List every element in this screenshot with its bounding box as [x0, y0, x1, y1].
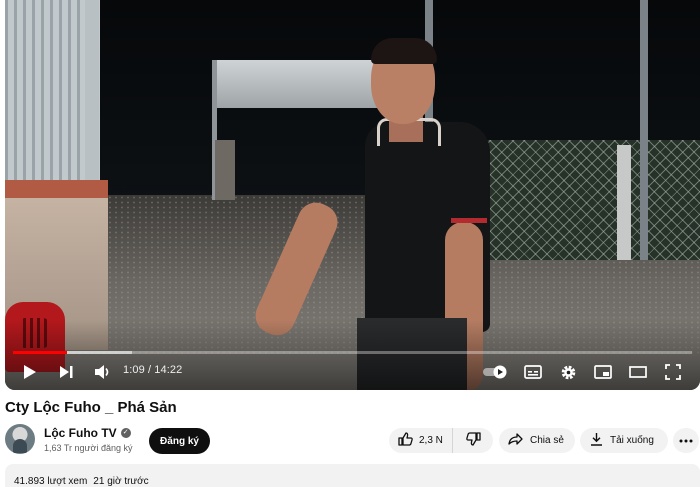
video-fence-post — [617, 145, 631, 260]
miniplayer-icon — [594, 365, 612, 379]
time-separator: / — [144, 364, 155, 376]
progress-played — [13, 351, 68, 354]
time-display: 1:09 / 14:22 — [123, 364, 182, 376]
next-icon — [59, 365, 74, 379]
upload-age: 21 giờ trước — [93, 476, 149, 487]
download-icon — [590, 432, 603, 449]
verified-icon: ✓ — [120, 428, 131, 438]
download-button[interactable]: Tải xuống — [580, 428, 668, 453]
more-actions-button[interactable] — [673, 428, 699, 453]
current-time: 1:09 — [123, 364, 145, 376]
volume-button[interactable] — [90, 360, 114, 384]
more-icon — [679, 435, 693, 446]
share-icon — [508, 433, 523, 448]
play-button[interactable] — [19, 360, 41, 384]
channel-name-row[interactable]: Lộc Fuho TV ✓ — [44, 426, 131, 440]
download-label: Tải xuống — [610, 435, 654, 446]
progress-bar[interactable] — [13, 351, 692, 354]
video-pillar — [215, 140, 235, 200]
video-sleeve-stripe — [451, 218, 487, 223]
video-gate — [212, 60, 377, 108]
video-player[interactable]: 1:09 / 14:22 — [5, 0, 700, 390]
total-time: 14:22 — [154, 364, 183, 376]
description-meta: 41.893 lượt xem 21 giờ trước — [14, 476, 149, 487]
dislike-button[interactable] — [453, 428, 493, 453]
play-icon — [23, 364, 37, 380]
like-count: 2,3 N — [419, 435, 443, 446]
subtitles-icon — [524, 365, 542, 379]
share-label: Chia sẻ — [530, 435, 564, 446]
subtitles-button[interactable] — [521, 360, 545, 384]
fullscreen-button[interactable] — [661, 360, 685, 384]
video-fence — [473, 140, 700, 260]
settings-button[interactable] — [556, 360, 580, 384]
video-shed-post — [85, 0, 99, 185]
subscriber-count: 1,63 Tr người đăng ký — [44, 443, 133, 453]
volume-icon — [94, 364, 111, 380]
video-wall-cap — [5, 180, 108, 198]
share-button[interactable]: Chia sẻ — [499, 428, 575, 453]
like-button[interactable]: 2,3 N — [389, 428, 453, 453]
theater-button[interactable] — [626, 360, 650, 384]
video-title: Cty Lộc Fuho _ Phá Sản — [5, 399, 177, 416]
subscribe-button[interactable]: Đăng ký — [149, 428, 210, 454]
autoplay-toggle-icon — [482, 365, 510, 379]
next-button[interactable] — [55, 360, 77, 384]
view-count: 41.893 lượt xem — [14, 476, 88, 487]
video-person-hair — [371, 38, 437, 64]
thumbs-up-icon — [398, 432, 413, 449]
thumbs-down-icon — [465, 432, 481, 449]
autoplay-toggle[interactable] — [480, 360, 512, 384]
channel-name[interactable]: Lộc Fuho TV — [44, 426, 117, 440]
miniplayer-button[interactable] — [591, 360, 615, 384]
channel-avatar[interactable] — [5, 424, 35, 454]
like-dislike-group: 2,3 N — [389, 428, 493, 453]
fullscreen-icon — [665, 364, 681, 380]
gear-icon — [560, 364, 577, 381]
video-pole — [640, 0, 648, 260]
theater-icon — [629, 366, 647, 378]
